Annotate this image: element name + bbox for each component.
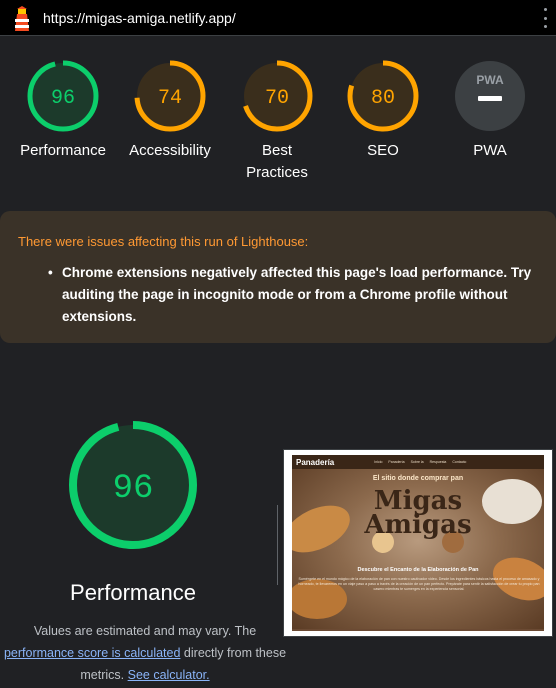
page-url: https://migas-amiga.netlify.app/ — [43, 9, 236, 26]
nav-link: Inicio — [374, 460, 383, 464]
gauge-label: Performance — [20, 142, 106, 159]
score-calculated-link[interactable]: performance score is calculated — [4, 646, 180, 660]
gauge-score: 70 — [265, 87, 289, 110]
nav-link: Panadería — [388, 460, 405, 464]
screenshot-navbar: Panadería Inicio Panadería Sobre la Resp… — [292, 455, 544, 469]
performance-gauge-large: 96 — [66, 418, 200, 557]
warning-box: There were issues affecting this run of … — [0, 211, 556, 343]
performance-note: Values are estimated and may vary. The p… — [0, 620, 290, 686]
see-calculator-link[interactable]: See calculator. — [128, 668, 210, 682]
screenshot-brand: Panadería — [296, 457, 335, 467]
logo-line-2: Amigas — [364, 510, 472, 540]
nav-link: Sobre la — [410, 460, 424, 464]
gauge-score: 96 — [51, 87, 75, 110]
category-gauges: 96 Performance 74 Accessibility 70 Best … — [0, 58, 556, 198]
gauge-ring: 74 — [134, 60, 206, 132]
screenshot-heading: Descubre el Encanto de la Elaboración de… — [357, 567, 479, 573]
warning-item: Chrome extensions negatively affected th… — [48, 262, 538, 328]
gauge-seo[interactable]: 80 SEO — [328, 58, 438, 162]
performance-title: Performance — [70, 580, 196, 605]
url-bar: https://migas-amiga.netlify.app/ — [0, 0, 556, 36]
screenshot-logo: Migas Amigas — [292, 488, 544, 540]
gauge-score: 80 — [371, 87, 395, 110]
screenshot-nav-links: Inicio Panadería Sobre la Respuesta Cont… — [374, 460, 466, 464]
gauge-score: 74 — [158, 87, 182, 110]
performance-score: 96 — [113, 470, 154, 508]
warning-title: There were issues affecting this run of … — [18, 234, 309, 249]
gauge-ring: 70 — [241, 60, 313, 132]
note-text-1: Values are estimated and may vary. The — [33, 624, 257, 638]
screenshot-paragraph: Sumérgete en el mundo mágico de la elabo… — [298, 577, 540, 591]
gauge-label: PWA — [473, 142, 507, 159]
kebab-menu-icon[interactable] — [542, 8, 548, 28]
gauge-ring: 96 — [27, 60, 99, 132]
pwa-badge-icon: PWA — [455, 61, 525, 131]
screenshot-page: Panadería Inicio Panadería Sobre la Resp… — [292, 455, 544, 631]
final-screenshot-thumbnail[interactable]: Panadería Inicio Panadería Sobre la Resp… — [283, 449, 553, 637]
lighthouse-icon — [11, 5, 33, 31]
gauge-ring: 80 — [347, 60, 419, 132]
gauge-label: Best Practices — [246, 142, 308, 181]
gauge-ring: 96 — [69, 421, 197, 549]
nav-link: Contacto — [452, 460, 467, 464]
warning-list: Chrome extensions negatively affected th… — [48, 262, 538, 328]
gauge-pwa[interactable]: PWA PWA — [435, 58, 545, 162]
gauge-label: SEO — [367, 142, 399, 159]
nav-link: Respuesta — [429, 460, 447, 464]
screenshot-subtitle: El sitio donde comprar pan — [372, 475, 464, 482]
divider — [277, 505, 278, 585]
gauge-best-practices[interactable]: 70 Best Practices — [222, 58, 332, 184]
pwa-badge-text: PWA — [476, 73, 504, 87]
gauge-performance[interactable]: 96 Performance — [8, 58, 118, 162]
gauge-label: Accessibility — [129, 142, 211, 159]
gauge-accessibility[interactable]: 74 Accessibility — [115, 58, 225, 162]
